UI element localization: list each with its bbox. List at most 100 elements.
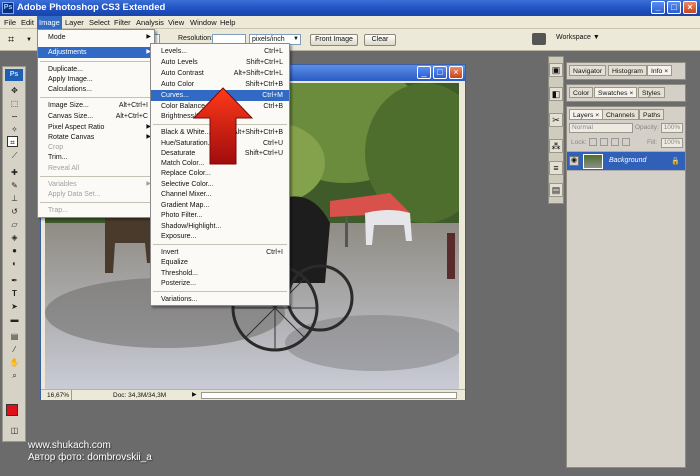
doc-close-button[interactable]: × <box>449 66 463 79</box>
status-arrow-icon[interactable]: ▶ <box>192 390 197 401</box>
close-button[interactable]: × <box>683 1 697 14</box>
blend-mode-select[interactable]: Normal <box>569 123 633 133</box>
chevron-down-icon: ▼ <box>293 36 299 42</box>
layer-row-background[interactable]: ◉ Background 🔒 <box>567 151 685 171</box>
navigator-icon[interactable]: ▣ <box>549 63 563 77</box>
blur-tool-icon[interactable]: ● <box>9 245 20 256</box>
lock-all-icon[interactable] <box>622 138 630 146</box>
color-icon[interactable]: ◧ <box>549 87 563 101</box>
type-tool-icon[interactable]: T <box>9 288 20 299</box>
move-tool-icon[interactable]: ✥ <box>9 85 20 96</box>
menu-window[interactable]: Window <box>188 16 219 29</box>
pen-tool-icon[interactable]: ✒ <box>9 275 20 286</box>
lock-transparent-icon[interactable] <box>589 138 597 146</box>
history-icon[interactable]: ≡ <box>549 161 563 175</box>
horizontal-scrollbar[interactable] <box>201 392 457 399</box>
menu-item-auto-contrast[interactable]: Auto Contrast Alt+Shift+Ctrl+L <box>151 68 289 79</box>
brushes-icon[interactable]: ⁂ <box>549 139 563 153</box>
menu-item-replace-color[interactable]: Replace Color... <box>151 168 289 179</box>
doc-maximize-button[interactable]: □ <box>433 66 447 79</box>
tool-preset-chevron-icon[interactable]: ▼ <box>26 37 32 43</box>
dodge-tool-icon[interactable]: ◐ <box>9 258 20 269</box>
menu-analysis[interactable]: Analysis <box>134 16 166 29</box>
menu-item-auto-levels[interactable]: Auto Levels Shift+Ctrl+L <box>151 57 289 68</box>
shape-tool-icon[interactable]: ▬ <box>9 314 20 325</box>
workspace-button[interactable]: Workspace ▼ <box>556 34 600 41</box>
doc-minimize-button[interactable]: _ <box>417 66 431 79</box>
path-selection-tool-icon[interactable]: ➤ <box>9 301 20 312</box>
tab-paths[interactable]: Paths <box>639 109 665 120</box>
actions-icon[interactable]: ▤ <box>549 183 563 197</box>
tab-color[interactable]: Color <box>569 87 594 98</box>
menu-item-posterize[interactable]: Posterize... <box>151 278 289 289</box>
menu-separator <box>40 97 152 98</box>
navigator-panel: Navigator Histogram Info × <box>566 62 686 80</box>
color-panel: Color Swatches × Styles <box>566 84 686 102</box>
menu-item-equalize[interactable]: Equalize <box>151 257 289 268</box>
document-size: Doc: 34,3M/34,3M <box>113 392 167 399</box>
eraser-tool-icon[interactable]: ▱ <box>9 219 20 230</box>
crop-tool-icon[interactable]: ⌗ <box>8 33 24 47</box>
menu-item-image-size[interactable]: Image Size... Alt+Ctrl+I <box>38 100 154 111</box>
menu-item-variations[interactable]: Variations... <box>151 294 289 305</box>
tab-styles[interactable]: Styles <box>638 87 665 98</box>
foreground-color-swatch[interactable] <box>6 404 18 416</box>
menu-item-exposure[interactable]: Exposure... <box>151 231 289 242</box>
bridge-icon[interactable] <box>532 33 546 45</box>
slice-tool-icon[interactable]: ⟋ <box>9 150 20 161</box>
layer-name: Background <box>609 157 647 164</box>
menu-item-calculations[interactable]: Calculations... <box>38 84 154 95</box>
tab-info[interactable]: Info × <box>647 65 673 76</box>
lock-image-icon[interactable] <box>600 138 608 146</box>
menu-item-adjustments[interactable]: Adjustments ▶ <box>38 47 154 58</box>
tab-swatches[interactable]: Swatches × <box>594 87 638 98</box>
opacity-field[interactable]: 100% <box>661 123 683 133</box>
front-image-button[interactable]: Front Image <box>310 34 358 46</box>
tab-navigator[interactable]: Navigator <box>569 65 607 76</box>
resolution-unit-value: pixels/inch <box>252 36 285 43</box>
tab-channels[interactable]: Channels <box>602 109 639 120</box>
brush-tool-icon[interactable]: ✎ <box>9 180 20 191</box>
maximize-button[interactable]: □ <box>667 1 681 14</box>
lasso-tool-icon[interactable]: ∽ <box>9 111 20 122</box>
visibility-eye-icon[interactable]: ◉ <box>569 156 579 166</box>
clone-stamp-tool-icon[interactable]: ⊥ <box>9 193 20 204</box>
title-bar: Ps Adobe Photoshop CS3 Extended _ □ × <box>0 0 700 16</box>
marquee-tool-icon[interactable]: ⬚ <box>9 98 20 109</box>
menu-item-mode[interactable]: Mode ▶ <box>38 32 154 43</box>
menu-image[interactable]: Image <box>37 16 62 29</box>
zoom-level[interactable]: 16,67% <box>47 390 69 401</box>
magic-wand-tool-icon[interactable]: ✧ <box>9 124 20 135</box>
tool-presets-icon[interactable]: ✂ <box>549 113 563 127</box>
zoom-tool-icon[interactable]: ⌕ <box>9 370 20 381</box>
tab-histogram[interactable]: Histogram <box>608 65 647 76</box>
clear-button[interactable]: Clear <box>364 34 396 46</box>
menu-file[interactable]: File <box>2 16 18 29</box>
menu-item-channel-mixer[interactable]: Channel Mixer... <box>151 189 289 200</box>
menu-item-levels[interactable]: Levels... Ctrl+L <box>151 46 289 57</box>
submenu-arrow-icon: ▶ <box>146 34 151 40</box>
tab-layers[interactable]: Layers × <box>569 109 604 120</box>
menu-filter[interactable]: Filter <box>112 16 133 29</box>
lock-position-icon[interactable] <box>611 138 619 146</box>
eyedropper-tool-icon[interactable]: ⁄ <box>9 344 20 355</box>
menu-item-trim[interactable]: Trim... <box>38 152 154 163</box>
crop-tool-icon[interactable]: ⌗ <box>7 136 18 147</box>
menu-edit[interactable]: Edit <box>19 16 36 29</box>
quick-mask-icon[interactable]: ◫ <box>9 425 20 436</box>
fill-field[interactable]: 100% <box>661 138 683 148</box>
menu-help[interactable]: Help <box>218 16 237 29</box>
hand-tool-icon[interactable]: ✋ <box>9 357 20 368</box>
menu-view[interactable]: View <box>166 16 186 29</box>
history-brush-tool-icon[interactable]: ↺ <box>9 206 20 217</box>
menu-layer[interactable]: Layer <box>63 16 86 29</box>
layer-lock-icon: 🔒 <box>671 158 680 165</box>
minimize-button[interactable]: _ <box>651 1 665 14</box>
menu-item-photo-filter[interactable]: Photo Filter... <box>151 210 289 221</box>
menu-item-canvas-size[interactable]: Canvas Size... Alt+Ctrl+C <box>38 111 154 122</box>
healing-brush-tool-icon[interactable]: ✚ <box>9 167 20 178</box>
menu-select[interactable]: Select <box>87 16 112 29</box>
notes-tool-icon[interactable]: ▤ <box>9 331 20 342</box>
menu-separator <box>40 202 152 203</box>
paint-bucket-tool-icon[interactable]: ◈ <box>9 232 20 243</box>
